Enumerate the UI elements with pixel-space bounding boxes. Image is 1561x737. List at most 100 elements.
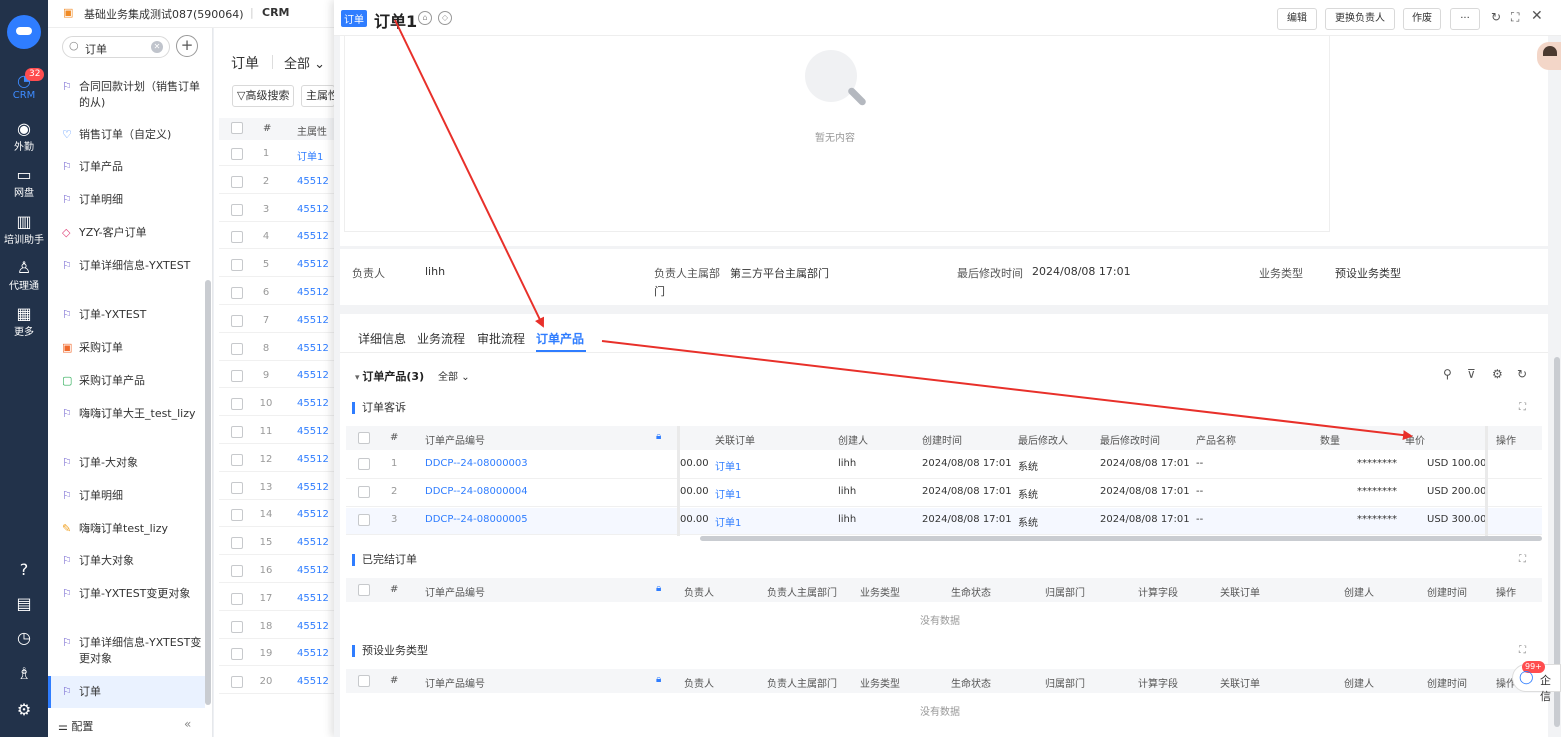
row-checkbox[interactable] [231, 398, 243, 411]
row-checkbox[interactable] [231, 259, 243, 272]
column-header[interactable]: # [390, 584, 398, 595]
refresh-icon[interactable]: ↻ [1517, 367, 1527, 381]
column-header[interactable]: 创建时间 [1427, 675, 1467, 690]
edit-button[interactable]: 编辑 [1277, 8, 1317, 30]
column-header[interactable]: 操作 [1496, 432, 1516, 447]
collapse-icon[interactable]: « [184, 717, 191, 731]
column-header[interactable]: 创建人 [1344, 584, 1374, 599]
rail-item-more[interactable]: ▦ 更多 [0, 305, 48, 339]
order-link[interactable]: 订单1 [715, 486, 741, 501]
row-link[interactable]: 45512 [297, 176, 329, 187]
table-horizontal-scrollbar[interactable] [700, 536, 1542, 541]
config-link[interactable]: ⚌ 配置 [58, 718, 93, 734]
expand-icon[interactable]: ⛶ [1519, 554, 1526, 565]
select-all-checkbox[interactable] [231, 122, 243, 134]
nav-item-contract-plan[interactable]: ⚐ 合同回款计划（销售订单的从) [62, 79, 202, 111]
row-checkbox[interactable] [358, 486, 370, 498]
help-icon[interactable]: ? [0, 560, 48, 579]
row-link[interactable]: 45512 [297, 676, 329, 687]
row-link[interactable]: 45512 [297, 204, 329, 215]
row-checkbox[interactable] [231, 453, 243, 466]
owner-filter-button[interactable]: 主属性 [301, 85, 335, 107]
select-all-checkbox[interactable] [358, 675, 370, 687]
nav-item-order-big-object[interactable]: ⚐ 订单-大对象 [62, 455, 202, 471]
app-logo[interactable] [7, 15, 41, 49]
row-checkbox[interactable] [231, 426, 243, 438]
row-checkbox[interactable] [231, 537, 243, 550]
nav-scrollbar[interactable] [205, 280, 211, 705]
row-link[interactable]: 45512 [297, 259, 329, 270]
column-header[interactable]: 最后修改时间 [1100, 432, 1160, 447]
nav-item-order-detail-yxtest[interactable]: ⚐ 订单详细信息-YXTEST [62, 258, 202, 274]
change-owner-button[interactable]: 更换负责人 [1325, 8, 1395, 30]
row-link[interactable]: 订单1 [297, 148, 323, 163]
row-checkbox[interactable] [231, 287, 243, 299]
column-header[interactable]: 关联订单 [1220, 675, 1260, 690]
column-header[interactable]: 数量 [1320, 432, 1340, 447]
nav-item-order-detail-2[interactable]: ⚐ 订单明细 [62, 488, 202, 504]
row-link[interactable]: 45512 [297, 287, 329, 298]
nav-item-order-big[interactable]: ⚐ 订单大对象 [62, 553, 202, 569]
product-code-link[interactable]: DDCP--24-08000003 [425, 458, 528, 469]
row-link[interactable]: 45512 [297, 231, 329, 242]
nav-item-yzy-order[interactable]: ◇ YZY-客户订单 [62, 225, 202, 241]
product-code-link[interactable]: DDCP--24-08000004 [425, 486, 528, 497]
rail-item-field[interactable]: ◉ 外勤 [0, 120, 48, 154]
expand-icon[interactable]: ⛶ [1519, 645, 1526, 656]
column-header[interactable]: 负责人 [684, 584, 714, 599]
row-checkbox[interactable] [231, 148, 243, 160]
nav-item-haihai-king[interactable]: ⚐ 嗨嗨订单大王_test_lizy [62, 406, 202, 422]
void-button[interactable]: 作废 [1403, 8, 1441, 30]
row-checkbox[interactable] [231, 592, 243, 605]
column-header[interactable]: 生命状态 [951, 584, 991, 599]
column-header[interactable]: # [390, 432, 398, 443]
close-icon[interactable]: ✕ [1531, 8, 1543, 24]
nav-item-purchase-product[interactable]: ▢ 采购订单产品 [62, 373, 202, 389]
column-header[interactable]: 业务类型 [860, 675, 900, 690]
select-all-checkbox[interactable] [358, 432, 370, 444]
column-header[interactable]: 生命状态 [951, 675, 991, 690]
order-link[interactable]: 订单1 [715, 458, 741, 473]
row-link[interactable]: 45512 [297, 648, 329, 659]
row-link[interactable]: 45512 [297, 565, 329, 576]
column-header[interactable]: 产品名称 [1196, 432, 1236, 447]
column-header[interactable]: 计算字段 [1138, 584, 1178, 599]
product-code-link[interactable]: DDCP--24-08000005 [425, 514, 528, 525]
row-checkbox[interactable] [231, 481, 243, 494]
tab-details[interactable]: 详细信息 [358, 330, 406, 347]
row-checkbox[interactable] [358, 458, 370, 470]
column-header[interactable]: # [390, 675, 398, 686]
row-checkbox[interactable] [358, 514, 370, 526]
app-name[interactable]: CRM [262, 6, 290, 19]
row-link[interactable]: 45512 [297, 398, 329, 409]
column-header[interactable]: 最后修改人 [1018, 432, 1068, 447]
nav-item-order-detail[interactable]: ⚐ 订单明细 [62, 192, 202, 208]
column-header[interactable]: 归属部门 [1045, 584, 1085, 599]
nav-item-order-product[interactable]: ⚐ 订单产品 [62, 159, 202, 175]
column-header[interactable]: 关联订单 [1220, 584, 1260, 599]
column-header[interactable]: 关联订单 [715, 432, 755, 447]
tab-approval-flow[interactable]: 审批流程 [477, 330, 525, 347]
tab-business-flow[interactable]: 业务流程 [417, 330, 465, 347]
related-filter-select[interactable]: 全部 ⌄ [438, 368, 470, 383]
nav-item-order-detail-yxtest-change[interactable]: ⚐ 订单详细信息-YXTEST变更对象 [62, 635, 202, 667]
row-link[interactable]: 45512 [297, 370, 329, 381]
row-link[interactable]: 45512 [297, 426, 329, 437]
nav-item-order[interactable]: ⚐ 订单 [62, 684, 202, 700]
nav-item-haihai-test[interactable]: ✎ 嗨嗨订单test_lizy [62, 521, 202, 537]
row-link[interactable]: 45512 [297, 537, 329, 548]
row-checkbox[interactable] [231, 314, 243, 327]
column-header[interactable]: 单价 [1405, 432, 1425, 447]
row-checkbox[interactable] [231, 676, 243, 689]
column-header[interactable]: 创建人 [838, 432, 868, 447]
column-header[interactable]: 创建时间 [1427, 584, 1467, 599]
row-checkbox[interactable] [231, 648, 243, 661]
column-header[interactable]: 负责人 [684, 675, 714, 690]
column-header[interactable]: 负责人主属部门 [767, 584, 837, 599]
row-checkbox[interactable] [231, 342, 243, 355]
nav-item-order-yxtest[interactable]: ⚐ 订单-YXTEST [62, 307, 202, 323]
tag-icon[interactable]: ◇ [438, 11, 452, 25]
contacts-icon[interactable]: ♗ [0, 664, 48, 683]
column-header[interactable]: 创建时间 [922, 432, 962, 447]
column-header[interactable]: 归属部门 [1045, 675, 1085, 690]
